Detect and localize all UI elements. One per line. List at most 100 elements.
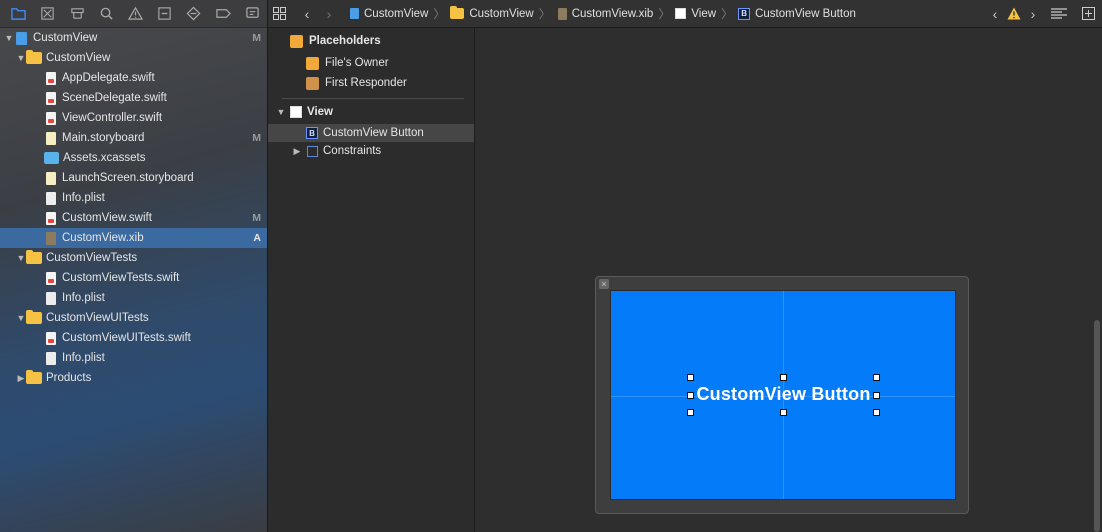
- nav-item-file[interactable]: CustomView.swift M: [0, 208, 267, 228]
- nav-item-project[interactable]: ▼ CustomView M: [0, 28, 267, 48]
- resize-handle[interactable]: [780, 409, 787, 416]
- warning-icon[interactable]: [1006, 0, 1022, 27]
- nav-item-file[interactable]: ViewController.swift: [0, 108, 267, 128]
- nav-item-folder[interactable]: ▼ CustomView: [0, 48, 267, 68]
- nav-item-file[interactable]: Info.plist: [0, 288, 267, 308]
- disclosure-collapsed-icon[interactable]: ▶: [292, 141, 302, 161]
- assets-catalog-icon: [44, 152, 59, 164]
- nav-item-file[interactable]: Info.plist: [0, 348, 267, 368]
- nav-item-file[interactable]: CustomViewUITests.swift: [0, 328, 267, 348]
- disclosure-expanded-icon[interactable]: ▼: [4, 28, 14, 48]
- plist-file-icon: [46, 351, 56, 365]
- jump-bar-right-controls: ‹ ›: [984, 0, 1102, 27]
- custom-view[interactable]: CustomView Button: [610, 290, 956, 500]
- status-badge: M: [252, 32, 261, 44]
- breakpoint-icon[interactable]: [209, 0, 238, 27]
- folder-icon[interactable]: [4, 0, 33, 27]
- outline-item-constraints[interactable]: ▶ Constraints: [268, 142, 474, 160]
- button-b-icon: B: [738, 7, 751, 20]
- outline-item-view[interactable]: ▼ View: [268, 103, 474, 121]
- report-icon[interactable]: [238, 0, 267, 27]
- folder-icon: [450, 6, 465, 19]
- constraints-icon: [307, 145, 318, 157]
- previous-issue-icon[interactable]: ‹: [984, 0, 1006, 27]
- resize-handle[interactable]: [873, 392, 880, 399]
- issue-icon[interactable]: [121, 0, 150, 27]
- status-badge: M: [252, 132, 261, 144]
- resize-handle[interactable]: [687, 409, 694, 416]
- project-navigator: ▼ CustomView M ▼ CustomView AppDelegate.…: [0, 0, 268, 532]
- swift-file-icon: [46, 211, 56, 225]
- resize-handle[interactable]: [873, 374, 880, 381]
- nav-item-label: SceneDelegate.swift: [62, 92, 167, 104]
- outline-item-first-responder[interactable]: First Responder: [268, 74, 474, 92]
- outline-item-button[interactable]: B CustomView Button: [268, 124, 474, 142]
- navigator-toolbar: [0, 0, 267, 28]
- debug-icon[interactable]: [179, 0, 208, 27]
- breadcrumb-item-folder[interactable]: CustomView: [450, 6, 534, 20]
- folder-icon: [26, 310, 42, 324]
- view-icon: [290, 106, 302, 118]
- nav-item-file[interactable]: Main.storyboard M: [0, 128, 267, 148]
- nav-item-file[interactable]: SceneDelegate.swift: [0, 88, 267, 108]
- nav-item-file-selected[interactable]: CustomView.xib A: [0, 228, 267, 248]
- disclosure-expanded-icon[interactable]: ▼: [16, 308, 26, 328]
- scene-frame[interactable]: × CustomView Button: [595, 276, 969, 514]
- breadcrumb-item-view[interactable]: View: [675, 8, 716, 20]
- nav-item-file[interactable]: LaunchScreen.storyboard: [0, 168, 267, 188]
- disclosure-expanded-icon[interactable]: ▼: [16, 248, 26, 268]
- outline-label: Placeholders: [309, 35, 381, 47]
- find-icon[interactable]: [92, 0, 121, 27]
- breadcrumb-separator-icon: 〉: [721, 7, 734, 21]
- nav-item-file[interactable]: Info.plist: [0, 188, 267, 208]
- nav-item-label: Info.plist: [62, 292, 105, 304]
- resize-handle[interactable]: [687, 392, 694, 399]
- resize-handle[interactable]: [687, 374, 694, 381]
- disclosure-expanded-icon[interactable]: ▼: [276, 102, 286, 122]
- canvas-scrollbar[interactable]: [1094, 320, 1100, 532]
- breadcrumb-item-xib[interactable]: CustomView.xib: [556, 7, 653, 20]
- first-responder-cube-icon: [306, 76, 319, 90]
- nav-item-label: CustomView: [46, 52, 111, 64]
- breadcrumb: CustomView 〉 CustomView 〉 CustomView.xib…: [348, 5, 856, 22]
- disclosure-collapsed-icon[interactable]: ▶: [16, 368, 26, 388]
- breadcrumb-item-button[interactable]: B CustomView Button: [738, 7, 856, 20]
- test-icon[interactable]: [150, 0, 179, 27]
- folder-icon: [26, 370, 42, 384]
- placeholder-cube-icon: [290, 34, 303, 48]
- interface-builder-canvas[interactable]: × CustomView Button: [475, 28, 1102, 532]
- next-issue-icon[interactable]: ›: [1022, 0, 1044, 27]
- resize-handle[interactable]: [780, 374, 787, 381]
- back-chevron-icon[interactable]: ‹: [296, 0, 318, 27]
- editor-options-icon[interactable]: [1044, 0, 1074, 27]
- swift-file-icon: [46, 111, 56, 125]
- add-editor-icon[interactable]: [1074, 0, 1102, 27]
- plist-file-icon: [46, 191, 56, 205]
- resize-handle[interactable]: [873, 409, 880, 416]
- outline-placeholders-header[interactable]: Placeholders: [268, 32, 474, 50]
- related-items-icon[interactable]: [268, 0, 290, 27]
- nav-item-label: Main.storyboard: [62, 132, 145, 144]
- nav-item-folder[interactable]: ▼ CustomViewUITests: [0, 308, 267, 328]
- breadcrumb-separator-icon: 〉: [658, 7, 671, 21]
- nav-item-file[interactable]: Assets.xcassets: [0, 148, 267, 168]
- source-control-icon[interactable]: [33, 0, 62, 27]
- custom-view-button[interactable]: CustomView Button: [687, 374, 880, 416]
- symbol-icon[interactable]: [62, 0, 91, 27]
- breadcrumb-separator-icon: 〉: [433, 7, 446, 21]
- plist-file-icon: [46, 291, 56, 305]
- nav-item-folder[interactable]: ▶ Products: [0, 368, 267, 388]
- breadcrumb-item-project[interactable]: CustomView: [348, 8, 428, 20]
- nav-item-folder[interactable]: ▼ CustomViewTests: [0, 248, 267, 268]
- close-icon[interactable]: ×: [599, 279, 609, 289]
- nav-item-label: CustomViewTests: [46, 252, 138, 264]
- outline-item-files-owner[interactable]: File's Owner: [268, 54, 474, 72]
- disclosure-expanded-icon[interactable]: ▼: [16, 48, 26, 68]
- forward-chevron-icon[interactable]: ›: [318, 0, 340, 27]
- nav-item-label: AppDelegate.swift: [62, 72, 155, 84]
- nav-item-file[interactable]: CustomViewTests.swift: [0, 268, 267, 288]
- button-b-icon: B: [306, 127, 318, 139]
- nav-item-label: LaunchScreen.storyboard: [62, 172, 194, 184]
- nav-item-file[interactable]: AppDelegate.swift: [0, 68, 267, 88]
- swift-file-icon: [46, 71, 56, 85]
